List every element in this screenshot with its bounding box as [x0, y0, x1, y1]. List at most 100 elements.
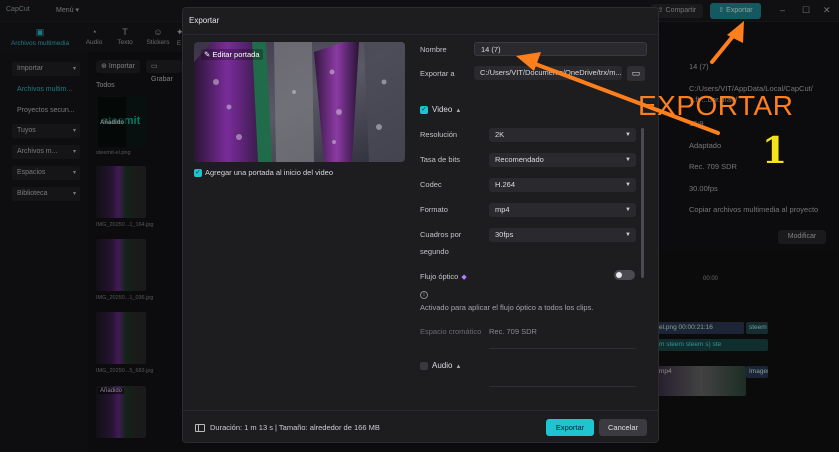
- dialog-scrollbar[interactable]: [641, 128, 644, 278]
- annotation-step-number: 1: [762, 130, 788, 172]
- export-summary: Duración: 1 m 13 s | Tamaño: alrededor d…: [210, 423, 380, 432]
- check-icon: ✓: [420, 105, 428, 114]
- cover-preview[interactable]: ✎ Editar portada: [194, 42, 405, 162]
- info-icon: i: [420, 291, 428, 299]
- edit-cover-button[interactable]: ✎ Editar portada: [201, 49, 263, 60]
- fps-select[interactable]: 30fps ▼: [489, 228, 636, 242]
- sidebar-item-espacios[interactable]: Espacios ▾: [12, 166, 80, 180]
- chevron-down-icon: ▾: [72, 149, 76, 155]
- chevron-down-icon: ▼: [625, 157, 631, 163]
- import-button[interactable]: ⊕ Importar: [96, 60, 140, 73]
- tab-text[interactable]: T Texto: [113, 27, 137, 46]
- export-to-label: Exportar a: [420, 69, 455, 78]
- detail-value: 14 (7): [689, 62, 709, 71]
- detail-value: Adaptado: [689, 141, 722, 150]
- checkbox-icon: ✓: [420, 361, 428, 370]
- resolution-label: Resolución: [420, 130, 458, 139]
- color-space-label: Espacio cromático: [420, 327, 482, 336]
- dialog-title: Exportar: [189, 16, 220, 25]
- tab-audio[interactable]: ◔ Audio: [82, 27, 106, 46]
- chevron-down-icon: ▼: [625, 132, 631, 138]
- maximize-icon[interactable]: ☐: [802, 5, 810, 16]
- video-section-toggle[interactable]: ✓ Video ▲: [420, 105, 461, 114]
- name-input[interactable]: 14 (7): [474, 42, 647, 56]
- added-badge: Añadido: [98, 97, 126, 147]
- diamond-icon: ◆: [461, 274, 467, 281]
- timeline-clip[interactable]: steem: [746, 322, 768, 334]
- media-icon: ▣: [35, 27, 45, 37]
- sidebar-item-archivos[interactable]: Archivos m... ▾: [12, 145, 80, 159]
- main-menu-button[interactable]: Menú ▾: [56, 6, 79, 14]
- media-thumb[interactable]: Añadidosteemit: [96, 95, 146, 147]
- timeline-video-clip[interactable]: mp4: [656, 366, 746, 396]
- sidebar-item-importar[interactable]: Importar ▾: [12, 62, 80, 76]
- tab-media[interactable]: ▣ Archivos multimedia: [6, 27, 74, 47]
- audio-section-toggle[interactable]: ✓Audio▲: [420, 361, 461, 370]
- cover-image: [194, 42, 405, 162]
- chevron-up-icon: ▲: [455, 364, 462, 370]
- media-filter-all[interactable]: Todos: [96, 82, 115, 89]
- export-dialog: Exportar ✎ Editar portada ✓ Agregar una …: [182, 7, 659, 443]
- timeline-clip[interactable]: el.png 00:00:21:16: [656, 322, 744, 334]
- chevron-down-icon: ▾: [72, 128, 76, 134]
- timeline-clip[interactable]: Imagen: [746, 366, 768, 378]
- check-icon: ✓: [194, 169, 202, 178]
- audio-icon: ◔: [91, 27, 97, 37]
- stickers-icon: ☺: [153, 27, 163, 37]
- export-button[interactable]: Exportar: [546, 419, 594, 436]
- chevron-down-icon: ▼: [625, 207, 631, 213]
- export-path-field[interactable]: C:/Users/VIT/Documents/OneDrive/trx/m...: [474, 66, 622, 80]
- media-panel: ⊕ Importar ▭ Grabar Todos Añadido steemit…: [88, 52, 182, 452]
- bitrate-select[interactable]: Recomendado ▼: [489, 153, 636, 167]
- close-icon[interactable]: ✕: [823, 5, 831, 16]
- tab-stickers[interactable]: ☺ Stickers: [144, 27, 172, 46]
- timeline-text-clip[interactable]: m steem steem s) ste: [656, 339, 768, 351]
- sidebar-item-proyectos[interactable]: Proyectos secun...: [12, 104, 80, 118]
- media-thumb[interactable]: Añadido: [96, 386, 146, 438]
- media-caption: IMG_20250...1_164.jpg: [96, 222, 154, 228]
- media-caption: steemit-el.png: [96, 150, 131, 156]
- text-icon: T: [122, 27, 128, 37]
- modify-button[interactable]: Modificar: [778, 230, 826, 244]
- added-badge: Añadido: [98, 388, 125, 394]
- fps-label-line2: segundo: [420, 247, 449, 256]
- bitrate-label: Tasa de bits: [420, 155, 461, 164]
- codec-select[interactable]: H.264 ▼: [489, 178, 636, 192]
- media-caption: IMG_20250...5_683.jpg: [96, 368, 154, 374]
- chevron-down-icon: ▾: [72, 191, 76, 197]
- top-export-button[interactable]: ⇧ Exportar: [710, 3, 761, 19]
- optical-flow-label: Flujo óptico ◆: [420, 272, 467, 281]
- cancel-button[interactable]: Cancelar: [599, 419, 647, 436]
- fps-label: Cuadros por: [420, 230, 462, 239]
- minimize-icon[interactable]: –: [780, 5, 785, 15]
- divider: [183, 34, 658, 35]
- format-select[interactable]: mp4 ▼: [489, 203, 636, 217]
- media-thumb[interactable]: [96, 239, 146, 291]
- sidebar-item-biblioteca[interactable]: Biblioteca ▾: [12, 187, 80, 201]
- resolution-select[interactable]: 2K ▼: [489, 128, 636, 142]
- project-details-panel: 14 (7) C:/Users/VIT/AppData/Local/CapCut…: [646, 40, 839, 250]
- chevron-down-icon: ▾: [72, 66, 76, 72]
- format-label: Formato: [420, 205, 448, 214]
- add-cover-checkbox[interactable]: ✓ Agregar una portada al inicio del video: [194, 168, 333, 178]
- codec-label: Codec: [420, 180, 442, 189]
- timeline-ruler: 00:00: [703, 276, 719, 282]
- chevron-down-icon: ▼: [625, 182, 631, 188]
- divider: [489, 386, 636, 387]
- media-thumb[interactable]: [96, 312, 146, 364]
- optical-flow-toggle[interactable]: [614, 270, 635, 280]
- app-logo: CapCut: [6, 6, 30, 13]
- optical-flow-hint: Activado para aplicar el flujo óptico a …: [420, 303, 594, 312]
- folder-icon[interactable]: ▭: [627, 66, 645, 81]
- asset-toolbar: ▣ Archivos multimedia ◔ Audio T Texto ☺ Stic…: [0, 22, 182, 52]
- film-icon: [195, 424, 205, 432]
- detail-value: Rec. 709 SDR: [689, 162, 737, 171]
- sidebar-item-archivos-multimedia[interactable]: Archivos multim...: [12, 83, 80, 97]
- divider: [489, 348, 636, 349]
- media-caption: IMG_20250...1_036.jpg: [96, 295, 154, 301]
- chevron-down-icon: ▼: [625, 232, 631, 238]
- record-button[interactable]: ▭ Grabar: [146, 60, 182, 83]
- sidebar-item-tuyos[interactable]: Tuyos ▾: [12, 124, 80, 138]
- media-thumb[interactable]: [96, 166, 146, 218]
- chevron-down-icon: ▾: [72, 170, 76, 176]
